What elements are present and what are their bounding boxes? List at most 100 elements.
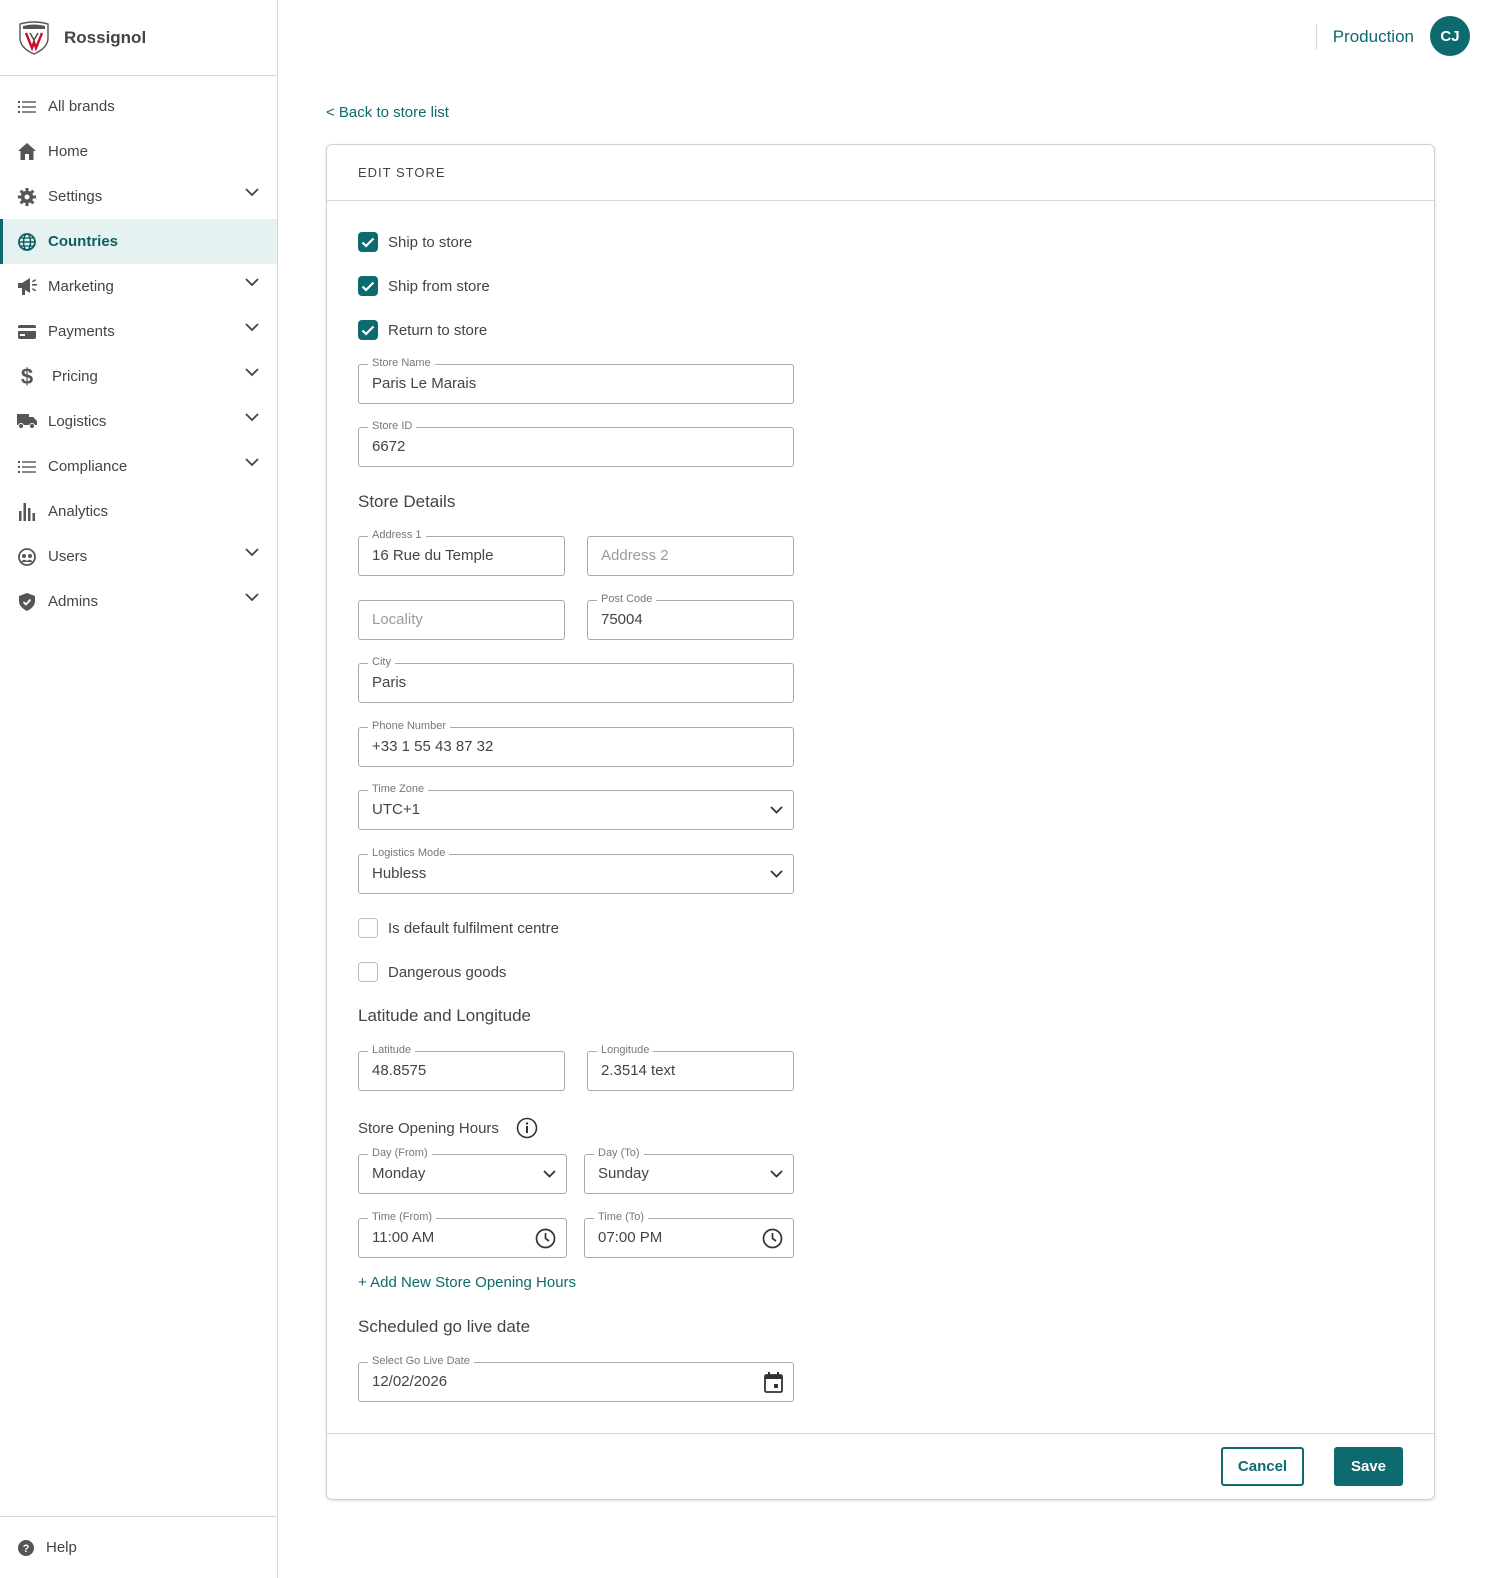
info-icon[interactable] [516,1117,538,1139]
field-value: 16 Rue du Temple [372,547,494,564]
chevron-down-icon [245,458,259,467]
dollar-icon: $ [20,363,34,389]
back-to-store-list-link[interactable]: < Back to store list [326,104,449,121]
globe-icon [17,232,37,252]
dangerous-goods-checkbox[interactable]: Dangerous goods [358,962,506,982]
field-label: Address 1 [368,528,426,542]
sidebar-item-label: Marketing [48,278,114,295]
brand-name: Rossignol [64,27,147,47]
return-to-store-checkbox[interactable]: Return to store [358,320,487,340]
sidebar-item-label: Countries [48,233,119,250]
sidebar-item-label: Home [48,143,89,160]
home-icon [17,142,37,162]
help-label: Help [46,1539,77,1556]
go-live-date-field[interactable]: Select Go Live Date 12/02/2026 [358,1354,794,1402]
logistics-mode-select[interactable]: Logistics Mode Hubless [358,846,794,894]
rossignol-logo-icon[interactable] [16,20,52,56]
store-details-heading: Store Details [358,492,456,511]
checkbox-unchecked-icon [358,918,378,938]
sidebar: Rossignol All brands Home Settings Count… [0,0,278,1578]
day-to-select[interactable]: Day (To) Sunday [584,1146,794,1194]
field-label: Time (To) [594,1210,649,1224]
checkbox-label: Dangerous goods [388,963,507,981]
address1-field[interactable]: Address 1 16 Rue du Temple [358,528,565,576]
store-name-field[interactable]: Store Name Paris Le Marais [358,356,794,404]
sidebar-item-admins[interactable]: Admins [0,579,277,624]
field-label: Store Name [368,356,435,370]
chevron-down-icon [770,1170,783,1178]
users-icon [17,547,37,567]
sidebar-item-marketing[interactable]: Marketing [0,264,277,309]
avatar[interactable]: CJ [1430,16,1470,56]
sidebar-item-logistics[interactable]: Logistics [0,399,277,444]
cancel-button[interactable]: Cancel [1221,1447,1304,1486]
sidebar-item-countries[interactable]: Countries [0,219,277,264]
chevron-down-icon [245,323,259,332]
field-value: UTC+1 [372,801,420,818]
chevron-down-icon [245,188,259,197]
address2-field[interactable]: Address 2 [587,536,794,576]
city-field[interactable]: City Paris [358,655,794,703]
phone-number-field[interactable]: Phone Number +33 1 55 43 87 32 [358,719,794,767]
sidebar-item-home[interactable]: Home [0,129,277,174]
chevron-down-icon [245,278,259,287]
calendar-icon[interactable] [764,1372,783,1393]
sidebar-item-label: Pricing [52,368,98,385]
field-label: Time (From) [368,1210,437,1224]
sidebar-item-label: Payments [48,323,115,340]
sidebar-item-all-brands[interactable]: All brands [0,84,277,129]
field-value: 2.3514 text [601,1062,676,1079]
latitude-field[interactable]: Latitude 48.8575 [358,1043,565,1091]
lat-long-heading: Latitude and Longitude [358,1006,531,1025]
field-placeholder: Locality [372,611,423,628]
field-label: Longitude [597,1043,654,1057]
longitude-field[interactable]: Longitude 2.3514 text [587,1043,794,1091]
ship-to-store-checkbox[interactable]: Ship to store [358,232,472,252]
field-value: +33 1 55 43 87 32 [372,738,494,755]
sidebar-item-payments[interactable]: Payments [0,309,277,354]
credit-card-icon [17,322,37,342]
list-icon [17,97,37,117]
sidebar-item-compliance[interactable]: Compliance [0,444,277,489]
store-id-field[interactable]: Store ID 6672 [358,419,794,467]
environment-label[interactable]: Production [1315,24,1414,50]
top-bar: Production CJ [278,0,1512,76]
field-label: Phone Number [368,719,450,733]
ship-from-store-checkbox[interactable]: Ship from store [358,276,490,296]
sidebar-item-label: Analytics [48,503,109,520]
sidebar-item-pricing[interactable]: $ Pricing [0,354,277,399]
chevron-down-icon [245,413,259,422]
truck-icon [17,412,37,432]
time-to-field[interactable]: Time (To) 07:00 PM [584,1210,794,1258]
locality-field[interactable]: Locality [358,600,565,640]
default-fulfilment-checkbox[interactable]: Is default fulfilment centre [358,918,559,938]
save-button[interactable]: Save [1334,1447,1403,1486]
sidebar-item-analytics[interactable]: Analytics [0,489,277,534]
field-value: 12/02/2026 [372,1373,448,1390]
time-from-field[interactable]: Time (From) 11:00 AM [358,1210,567,1258]
field-value: 48.8575 [372,1062,427,1079]
field-value: Paris Le Marais [372,375,477,392]
help-link[interactable]: ? Help [0,1516,277,1578]
field-label: Logistics Mode [368,846,450,860]
field-placeholder: Address 2 [601,547,669,564]
field-label: Day (To) [594,1146,644,1160]
brand-header: Rossignol [0,0,277,76]
post-code-field[interactable]: Post Code 75004 [587,592,794,640]
clock-icon[interactable] [535,1228,556,1249]
time-zone-select[interactable]: Time Zone UTC+1 [358,782,794,830]
opening-hours-heading-row: Store Opening Hours [358,1117,538,1139]
clock-icon[interactable] [762,1228,783,1249]
chevron-down-icon [245,548,259,557]
sidebar-item-users[interactable]: Users [0,534,277,579]
chevron-down-icon [770,870,783,878]
checkbox-checked-icon [358,276,378,296]
sidebar-item-label: Compliance [48,458,128,475]
sidebar-item-settings[interactable]: Settings [0,174,277,219]
edit-store-card: EDIT STORE Ship to store Ship from store… [326,144,1435,1500]
field-value: Sunday [598,1165,649,1182]
add-opening-hours-link[interactable]: + Add New Store Opening Hours [358,1274,576,1291]
sidebar-item-label: Logistics [48,413,107,430]
day-from-select[interactable]: Day (From) Monday [358,1146,567,1194]
sidebar-item-label: Admins [48,593,99,610]
